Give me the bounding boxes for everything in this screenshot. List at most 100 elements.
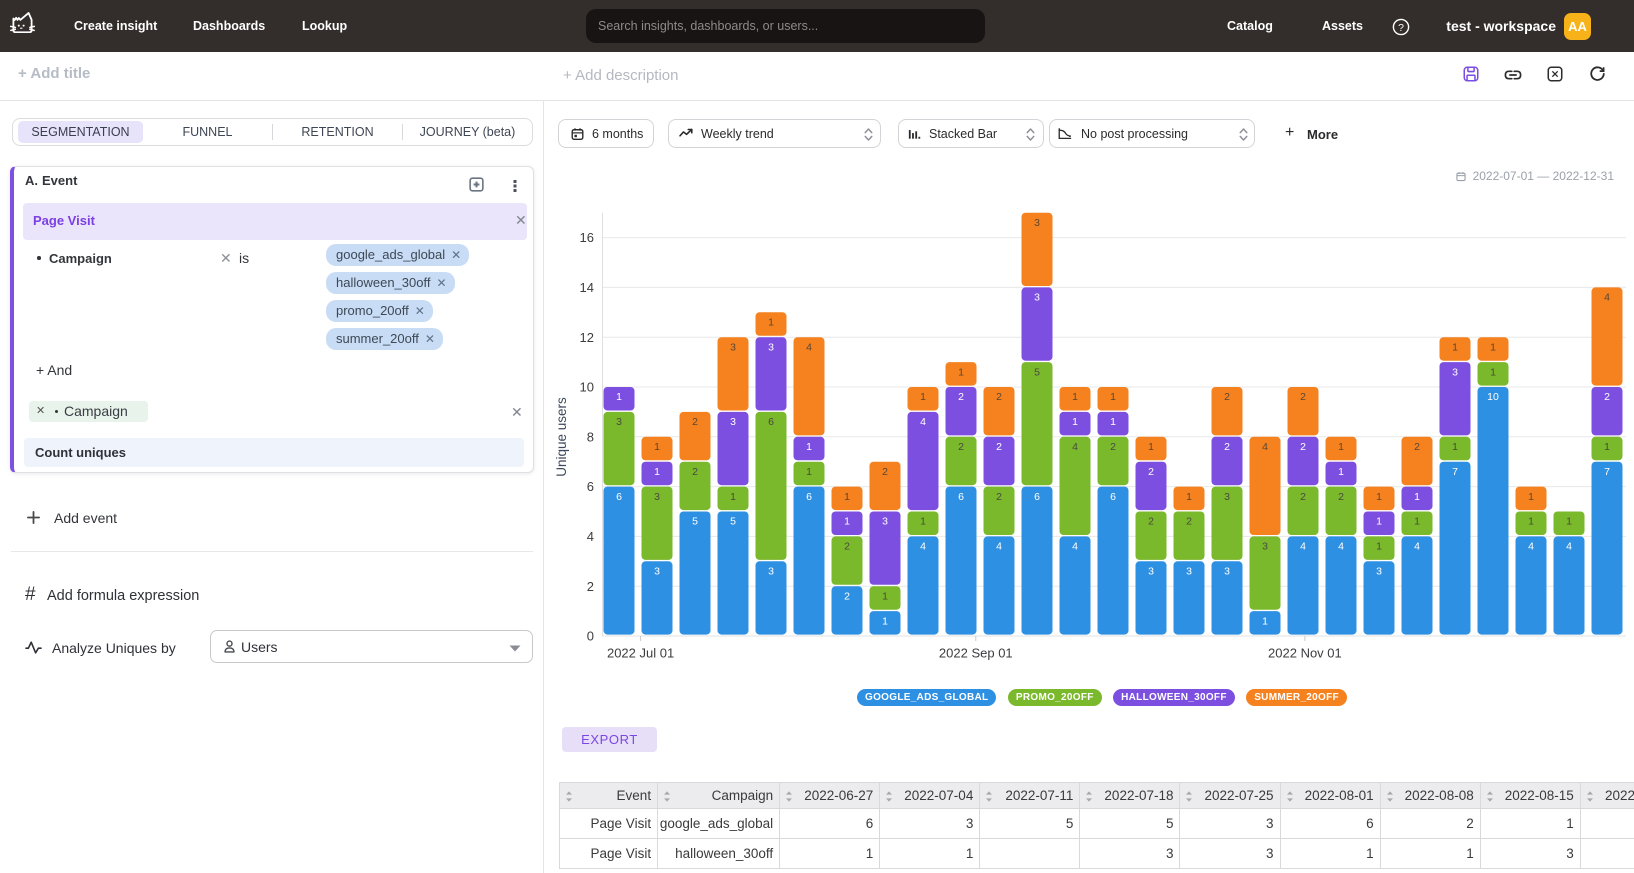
svg-text:1: 1: [768, 317, 774, 329]
svg-text:1: 1: [654, 466, 660, 478]
svg-text:4: 4: [1604, 292, 1610, 304]
svg-text:2022 Nov 01: 2022 Nov 01: [1268, 646, 1342, 661]
svg-text:3: 3: [1034, 217, 1040, 229]
svg-text:1: 1: [1528, 491, 1534, 503]
svg-text:1: 1: [1186, 491, 1192, 503]
svg-text:2: 2: [996, 391, 1002, 403]
svg-text:7: 7: [1452, 466, 1458, 478]
svg-text:1: 1: [882, 615, 888, 627]
svg-text:3: 3: [1148, 566, 1154, 578]
svg-text:8: 8: [587, 429, 594, 444]
svg-text:1: 1: [1110, 416, 1116, 428]
svg-text:6: 6: [958, 491, 964, 503]
svg-text:2: 2: [882, 466, 888, 478]
svg-text:2: 2: [1148, 466, 1154, 478]
svg-text:5: 5: [730, 516, 736, 528]
svg-text:3: 3: [1376, 566, 1382, 578]
svg-text:1: 1: [844, 491, 850, 503]
svg-text:1: 1: [1490, 341, 1496, 353]
svg-text:3: 3: [1224, 566, 1230, 578]
svg-text:10: 10: [580, 380, 594, 395]
svg-text:6: 6: [768, 416, 774, 428]
svg-text:1: 1: [1452, 441, 1458, 453]
svg-text:2: 2: [1110, 441, 1116, 453]
svg-text:4: 4: [1566, 541, 1572, 553]
svg-text:2: 2: [1338, 491, 1344, 503]
svg-text:2: 2: [692, 466, 698, 478]
svg-text:6: 6: [1110, 491, 1116, 503]
svg-text:?: ?: [1398, 22, 1404, 34]
svg-text:1: 1: [1072, 391, 1078, 403]
svg-text:1: 1: [1072, 416, 1078, 428]
svg-text:4: 4: [1262, 441, 1268, 453]
svg-text:3: 3: [654, 491, 660, 503]
svg-text:3: 3: [768, 341, 774, 353]
svg-text:5: 5: [1034, 366, 1040, 378]
svg-text:1: 1: [806, 441, 812, 453]
svg-text:2: 2: [1224, 391, 1230, 403]
svg-text:14: 14: [580, 280, 594, 295]
svg-text:4: 4: [996, 541, 1002, 553]
svg-text:1: 1: [1528, 516, 1534, 528]
svg-text:1: 1: [730, 491, 736, 503]
svg-text:4: 4: [1072, 541, 1078, 553]
svg-text:4: 4: [1528, 541, 1534, 553]
svg-text:4: 4: [920, 541, 926, 553]
svg-text:4: 4: [920, 416, 926, 428]
svg-text:3: 3: [616, 416, 622, 428]
svg-text:3: 3: [1224, 491, 1230, 503]
svg-text:2: 2: [587, 579, 594, 594]
svg-text:4: 4: [1414, 541, 1420, 553]
svg-text:2: 2: [1300, 441, 1306, 453]
svg-text:1: 1: [1338, 441, 1344, 453]
svg-text:1: 1: [1338, 466, 1344, 478]
svg-text:3: 3: [1452, 366, 1458, 378]
svg-text:7: 7: [1604, 466, 1610, 478]
svg-text:4: 4: [1072, 441, 1078, 453]
svg-text:1: 1: [1452, 341, 1458, 353]
svg-text:2: 2: [1186, 516, 1192, 528]
svg-text:4: 4: [806, 341, 812, 353]
svg-text:4: 4: [1300, 541, 1306, 553]
svg-text:4: 4: [587, 529, 594, 544]
svg-text:2: 2: [844, 590, 850, 602]
svg-text:1: 1: [1376, 491, 1382, 503]
svg-text:1: 1: [1262, 615, 1268, 627]
svg-text:6: 6: [616, 491, 622, 503]
svg-text:2: 2: [1300, 491, 1306, 503]
svg-text:1: 1: [1148, 441, 1154, 453]
svg-text:2: 2: [1224, 441, 1230, 453]
svg-text:2: 2: [1300, 391, 1306, 403]
svg-text:3: 3: [1186, 566, 1192, 578]
svg-text:6: 6: [587, 479, 594, 494]
svg-text:1: 1: [882, 590, 888, 602]
svg-text:2: 2: [692, 416, 698, 428]
svg-text:10: 10: [1487, 391, 1499, 403]
svg-text:2: 2: [958, 441, 964, 453]
svg-text:6: 6: [806, 491, 812, 503]
svg-text:1: 1: [806, 466, 812, 478]
svg-text:3: 3: [654, 566, 660, 578]
svg-text:1: 1: [1604, 441, 1610, 453]
svg-text:1: 1: [1376, 541, 1382, 553]
svg-text:5: 5: [692, 516, 698, 528]
svg-text:6: 6: [1034, 491, 1040, 503]
svg-text:12: 12: [580, 330, 594, 345]
svg-text:1: 1: [1110, 391, 1116, 403]
svg-text:16: 16: [580, 230, 594, 245]
svg-text:2: 2: [996, 491, 1002, 503]
svg-text:3: 3: [768, 566, 774, 578]
svg-text:1: 1: [1414, 516, 1420, 528]
svg-text:3: 3: [1262, 541, 1268, 553]
svg-text:1: 1: [1490, 366, 1496, 378]
svg-text:Unique users: Unique users: [554, 397, 569, 477]
svg-text:3: 3: [882, 516, 888, 528]
svg-text:3: 3: [730, 341, 736, 353]
svg-text:2: 2: [1414, 441, 1420, 453]
svg-text:1: 1: [654, 441, 660, 453]
svg-text:3: 3: [1034, 292, 1040, 304]
svg-text:2022 Sep 01: 2022 Sep 01: [939, 646, 1013, 661]
svg-text:1: 1: [920, 516, 926, 528]
svg-text:2: 2: [996, 441, 1002, 453]
svg-text:1: 1: [1566, 516, 1572, 528]
